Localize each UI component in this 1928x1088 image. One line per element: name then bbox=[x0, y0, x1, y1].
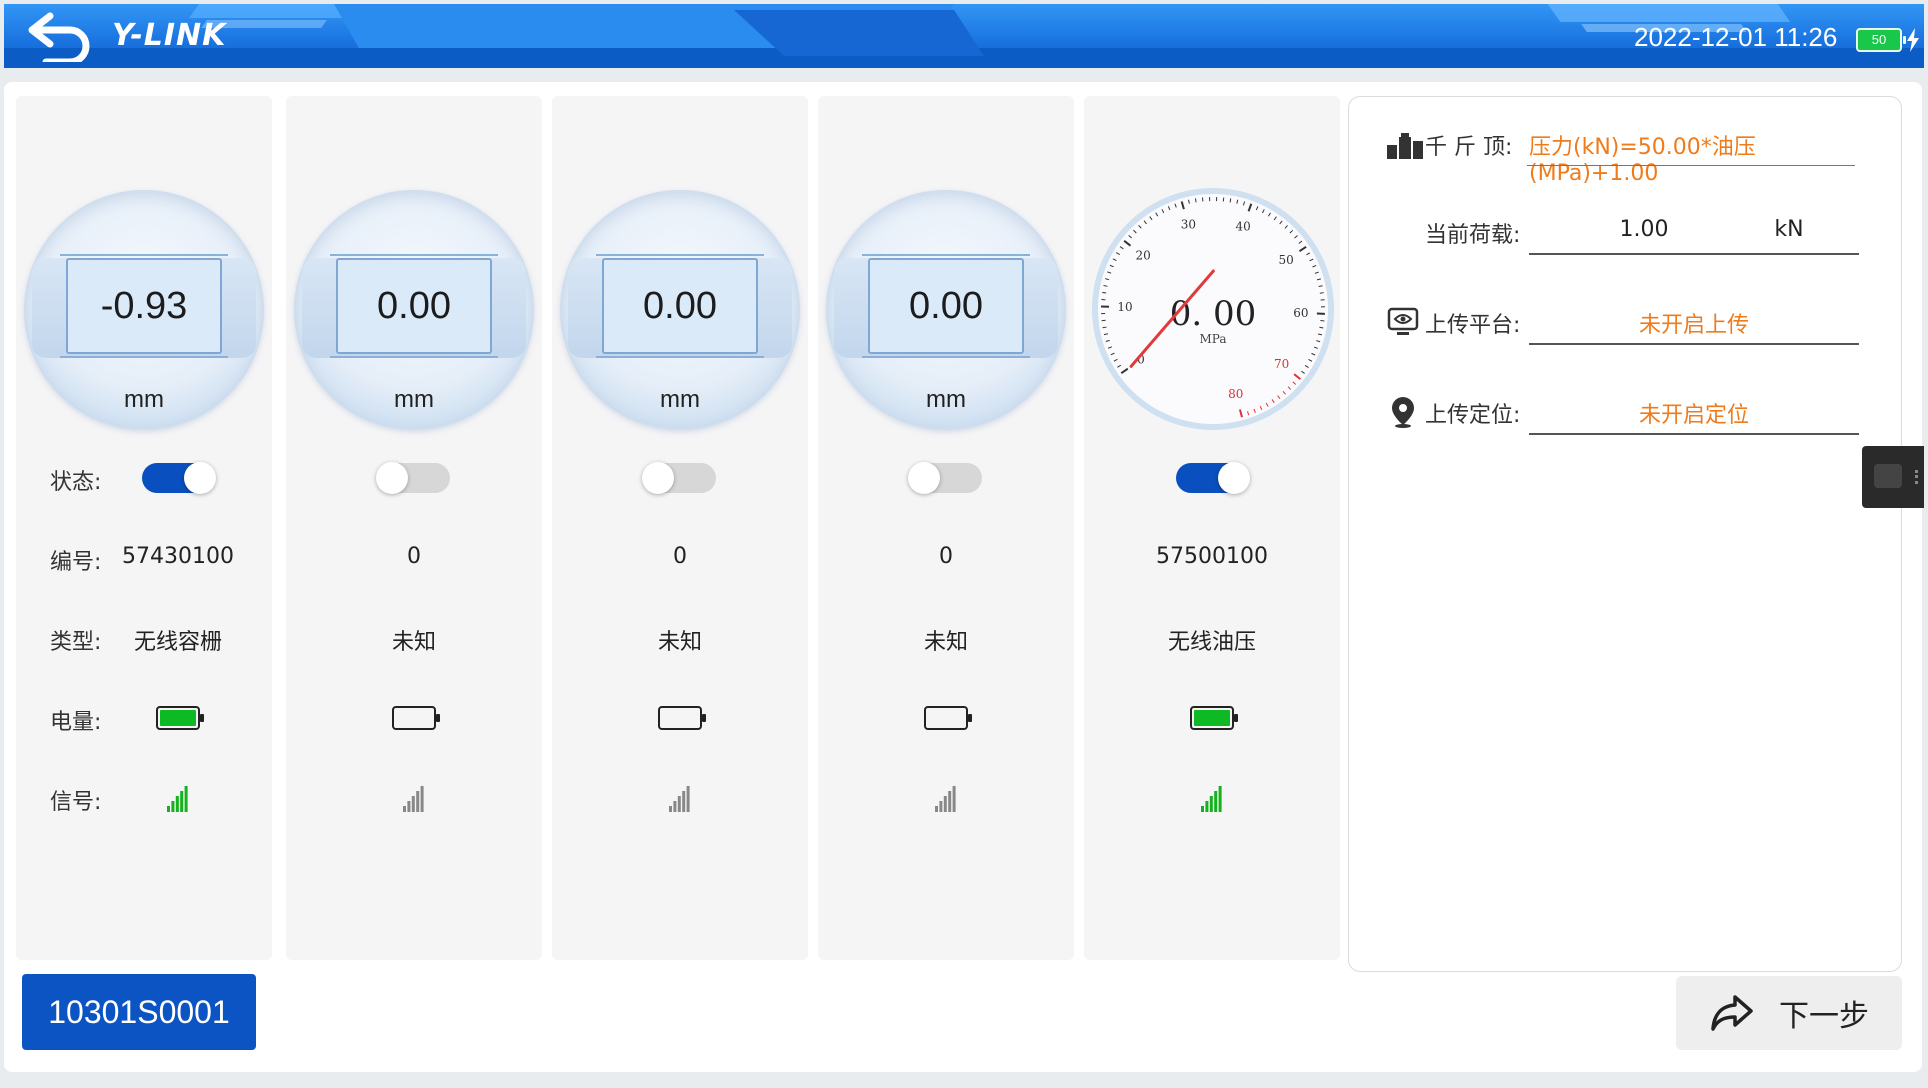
device-number: 0 bbox=[673, 544, 687, 569]
location-pin-icon bbox=[1392, 397, 1414, 428]
toggle-knob bbox=[376, 462, 408, 494]
signal-strength-icon bbox=[669, 786, 690, 812]
battery-icon bbox=[924, 706, 972, 730]
device-number: 57500100 bbox=[1156, 544, 1268, 569]
device-type: 无线油压 bbox=[1167, 630, 1256, 655]
gauge-tick-label: 10 bbox=[1117, 300, 1132, 314]
status-toggle[interactable] bbox=[376, 462, 450, 494]
battery-icon bbox=[392, 706, 440, 730]
status-toggle[interactable] bbox=[142, 462, 216, 494]
load-label: 当前荷载: bbox=[1425, 223, 1521, 248]
underline bbox=[1529, 253, 1859, 255]
toggle-knob bbox=[908, 462, 940, 494]
app-logo: Y-LINK bbox=[112, 18, 227, 53]
device-type: 无线容栅 bbox=[133, 630, 222, 655]
share-arrow-icon bbox=[1711, 995, 1753, 1031]
row-label-status: 状态: bbox=[50, 470, 102, 495]
battery-level: 50 bbox=[1871, 32, 1887, 47]
location-value[interactable]: 未开启定位 bbox=[1529, 397, 1859, 429]
charging-bolt-icon bbox=[1907, 28, 1919, 52]
underline bbox=[1529, 343, 1859, 345]
screen-cast-icon bbox=[1874, 464, 1902, 488]
device-type: 未知 bbox=[923, 630, 968, 655]
back-arrow-icon[interactable] bbox=[28, 8, 94, 62]
gauge-tick bbox=[1102, 326, 1107, 329]
info-panel: 千 斤 顶: 压力(kN)=50.00*油压(MPa)+1.00 当前荷载: 1… bbox=[1348, 96, 1902, 972]
sensor-unit: mm bbox=[124, 386, 164, 413]
next-step-label: 下一步 bbox=[1779, 999, 1869, 1034]
sensor-column: -0.93 mm 状态: 编号: 类型: 电量: 信号: 57430100 无线容栅 bbox=[16, 96, 272, 960]
sensor-reading: -0.93 bbox=[60, 254, 228, 358]
device-type: 未知 bbox=[391, 630, 436, 655]
sensor-unit: mm bbox=[660, 386, 700, 413]
load-unit: kN bbox=[1774, 217, 1804, 242]
row-label-power: 电量: bbox=[50, 710, 102, 735]
gauge-unit: MPa bbox=[1200, 332, 1227, 346]
load-value: 1.00 bbox=[1619, 217, 1669, 242]
signal-strength-icon bbox=[1201, 786, 1222, 812]
platform-label: 上传平台: bbox=[1425, 313, 1521, 338]
sensor-reading: 0.00 bbox=[596, 254, 764, 358]
toggle-knob bbox=[1218, 462, 1250, 494]
sensor-column: 0.00 mm 0 未知 bbox=[286, 96, 542, 960]
gauge-tick-label: 40 bbox=[1235, 219, 1250, 233]
device-number: 0 bbox=[939, 544, 953, 569]
jack-icon bbox=[1387, 133, 1423, 159]
gauge-tick bbox=[1229, 198, 1232, 203]
battery-icon bbox=[1190, 706, 1238, 730]
device-number: 0 bbox=[407, 544, 421, 569]
battery-fill bbox=[1194, 710, 1230, 726]
gauge-tick-label: 80 bbox=[1228, 387, 1243, 401]
row-label-signal: 信号: bbox=[50, 790, 102, 815]
header-decoration bbox=[1547, 4, 1791, 22]
device-battery-icon: 50 bbox=[1856, 28, 1906, 52]
status-toggle[interactable] bbox=[642, 462, 716, 494]
status-toggle[interactable] bbox=[1176, 462, 1250, 494]
battery-icon bbox=[658, 706, 706, 730]
project-code-button[interactable]: 10301S0001 bbox=[22, 974, 256, 1050]
next-step-button[interactable]: 下一步 bbox=[1676, 976, 1902, 1050]
top-bar: Y-LINK 2022-12-01 11:26 50 bbox=[4, 4, 1924, 68]
device-number: 57430100 bbox=[122, 544, 234, 569]
underline bbox=[1527, 165, 1855, 166]
status-toggle[interactable] bbox=[908, 462, 982, 494]
underline bbox=[1529, 433, 1859, 435]
sensor-unit: mm bbox=[926, 386, 966, 413]
platform-value[interactable]: 未开启上传 bbox=[1529, 307, 1859, 339]
sensor-column: 0.00 mm 0 未知 bbox=[818, 96, 1074, 960]
gauge-tick bbox=[1319, 326, 1324, 329]
floating-side-tab[interactable] bbox=[1862, 446, 1924, 508]
gauge-tick-label: 60 bbox=[1293, 306, 1308, 320]
battery-fill bbox=[160, 710, 196, 726]
sensor-unit: mm bbox=[394, 386, 434, 413]
toggle-knob bbox=[184, 462, 216, 494]
sensor-column: 0.00 mm 0 未知 bbox=[552, 96, 808, 960]
battery-icon bbox=[156, 706, 204, 730]
monitor-eye-icon bbox=[1387, 307, 1419, 335]
jack-label: 千 斤 顶: bbox=[1425, 135, 1513, 160]
sensor-reading: 0.00 bbox=[862, 254, 1030, 358]
gauge-tick-label: 20 bbox=[1136, 248, 1151, 262]
pressure-gauge: 0102030 40506070800. 00MPa bbox=[1092, 188, 1334, 430]
toggle-knob bbox=[642, 462, 674, 494]
header-decoration bbox=[189, 4, 359, 18]
signal-strength-icon bbox=[167, 786, 188, 812]
jack-formula[interactable]: 压力(kN)=50.00*油压(MPa)+1.00 bbox=[1529, 129, 1869, 186]
gauge-tick bbox=[1102, 291, 1107, 294]
gauge-tick-label: 70 bbox=[1274, 357, 1289, 371]
gauge-tick-label: 50 bbox=[1279, 253, 1294, 267]
clock: 2022-12-01 11:26 bbox=[1634, 22, 1838, 52]
gauge-value: 0. 00 bbox=[1170, 294, 1257, 334]
location-label: 上传定位: bbox=[1425, 403, 1521, 428]
device-type: 未知 bbox=[657, 630, 702, 655]
gauge-tick-label: 30 bbox=[1181, 218, 1196, 232]
drag-handle-icon bbox=[1915, 470, 1918, 484]
sensor-reading: 0.00 bbox=[330, 254, 498, 358]
signal-strength-icon bbox=[935, 786, 956, 812]
signal-strength-icon bbox=[403, 786, 424, 812]
gauge-tick bbox=[1194, 198, 1197, 203]
gauge-tick bbox=[1319, 292, 1324, 294]
